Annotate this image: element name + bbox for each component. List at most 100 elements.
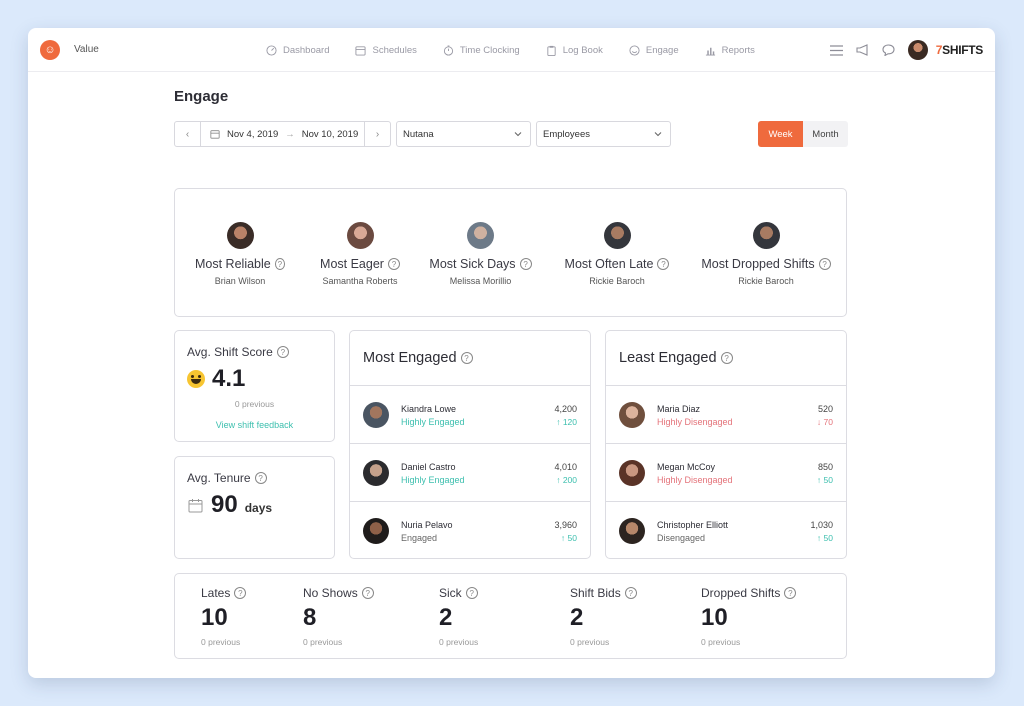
stat-label-text: Dropped Shifts bbox=[701, 586, 781, 600]
nav-time-clocking[interactable]: Time Clocking bbox=[443, 45, 520, 56]
award-winner: Rickie Baroch bbox=[738, 276, 794, 286]
arrow-right-icon: → bbox=[285, 128, 295, 140]
stat-label: Dropped Shifts? bbox=[701, 586, 797, 600]
awards-card: Most Reliable? Brian Wilson Most Eager? … bbox=[174, 188, 847, 317]
smile-icon bbox=[629, 44, 640, 56]
view-shift-feedback-link[interactable]: View shift feedback bbox=[175, 420, 334, 430]
employee-name: Kiandra Lowe bbox=[401, 404, 457, 414]
avatar bbox=[363, 402, 389, 428]
tenure-value: 90 bbox=[211, 491, 238, 518]
week-toggle-button[interactable]: Week bbox=[758, 121, 803, 147]
list-item[interactable]: Kiandra Lowe Highly Engaged 4,200 ↑ 120 bbox=[350, 386, 590, 444]
avg-tenure-title: Avg. Tenure? bbox=[187, 471, 267, 485]
app-window: ☺ Value Dashboard Schedules Time Clockin… bbox=[28, 28, 995, 678]
previous-week-button[interactable]: ‹ bbox=[175, 122, 201, 146]
engagement-status: Highly Engaged bbox=[401, 475, 465, 485]
help-icon[interactable]: ? bbox=[465, 587, 478, 599]
award-title-text: Most Sick Days bbox=[429, 257, 516, 271]
clock-icon bbox=[443, 44, 453, 56]
nav-log-book[interactable]: Log Book bbox=[546, 45, 603, 56]
filter-bar: ‹ Nov 4, 2019 → Nov 10, 2019 › Nutana Em… bbox=[174, 121, 848, 147]
attendance-stats-card: Lates? 10 0 previous No Shows? 8 0 previ… bbox=[174, 573, 847, 659]
location-name[interactable]: Value bbox=[74, 44, 99, 55]
score-change: ↑ 200 bbox=[556, 475, 577, 485]
stat-dropped-shifts: Dropped Shifts? 10 0 previous bbox=[701, 586, 797, 647]
nav-engage-label: Engage bbox=[645, 44, 679, 56]
location-select-value: Nutana bbox=[403, 128, 434, 140]
engagement-score: 4,200 bbox=[554, 404, 577, 414]
avatar bbox=[619, 402, 645, 428]
stat-shift-bids: Shift Bids? 2 0 previous bbox=[570, 586, 637, 647]
engagement-score: 1,030 bbox=[810, 520, 833, 530]
help-icon[interactable]: ? bbox=[519, 258, 532, 270]
help-icon[interactable]: ? bbox=[387, 258, 400, 270]
menu-icon[interactable] bbox=[830, 43, 844, 57]
help-icon[interactable]: ? bbox=[361, 587, 374, 599]
award-title-text: Most Reliable bbox=[195, 257, 271, 271]
employee-name: Christopher Elliott bbox=[657, 520, 729, 530]
help-icon[interactable]: ? bbox=[657, 258, 670, 270]
nav-time-clocking-label: Time Clocking bbox=[459, 44, 520, 56]
award-most-sick-days: Most Sick Days? Melissa Morillio bbox=[423, 222, 538, 286]
clipboard-icon bbox=[547, 45, 556, 56]
award-title-text: Most Eager bbox=[320, 257, 384, 271]
nav-engage[interactable]: Engage bbox=[629, 45, 679, 56]
start-date: Nov 4, 2019 bbox=[227, 128, 279, 140]
help-icon[interactable]: ? bbox=[274, 258, 285, 270]
help-icon[interactable]: ? bbox=[784, 587, 797, 599]
list-item[interactable]: Christopher Elliott Disengaged 1,030 ↑ 5… bbox=[606, 502, 846, 560]
brand-logo: 7SHIFTS bbox=[936, 43, 984, 57]
most-engaged-header: Most Engaged? bbox=[350, 331, 590, 386]
help-icon[interactable]: ? bbox=[624, 587, 637, 599]
award-most-reliable: Most Reliable? Brian Wilson bbox=[195, 222, 285, 286]
end-date: Nov 10, 2019 bbox=[301, 128, 359, 140]
location-logo-icon[interactable]: ☺ bbox=[40, 40, 60, 60]
list-item[interactable]: Nuria Pelavo Engaged 3,960 ↑ 50 bbox=[350, 502, 590, 560]
engagement-status: Highly Disengaged bbox=[657, 417, 733, 427]
nav-dashboard[interactable]: Dashboard bbox=[266, 45, 329, 56]
help-icon[interactable]: ? bbox=[818, 258, 831, 270]
avg-tenure-title-text: Avg. Tenure bbox=[187, 471, 251, 485]
month-toggle-button[interactable]: Month bbox=[803, 121, 848, 147]
score-change: ↑ 50 bbox=[816, 475, 833, 485]
chat-bubble-icon[interactable] bbox=[882, 43, 896, 57]
nav-reports-label: Reports bbox=[721, 44, 755, 56]
most-engaged-card: Most Engaged? Kiandra Lowe Highly Engage… bbox=[349, 330, 591, 559]
engagement-score: 850 bbox=[817, 462, 833, 472]
help-icon[interactable]: ? bbox=[276, 346, 289, 358]
help-icon[interactable]: ? bbox=[720, 352, 733, 364]
period-toggle: Week Month bbox=[758, 121, 848, 147]
list-item[interactable]: Megan McCoy Highly Disengaged 850 ↑ 50 bbox=[606, 444, 846, 502]
stat-previous: 0 previous bbox=[570, 637, 610, 647]
list-item[interactable]: Maria Diaz Highly Disengaged 520 ↓ 70 bbox=[606, 386, 846, 444]
date-range-picker[interactable]: ‹ Nov 4, 2019 → Nov 10, 2019 › bbox=[174, 121, 391, 147]
award-most-eager: Most Eager? Samantha Roberts bbox=[315, 222, 405, 286]
nav-schedules[interactable]: Schedules bbox=[355, 45, 417, 56]
help-icon[interactable]: ? bbox=[460, 352, 473, 364]
employee-name: Megan McCoy bbox=[657, 462, 716, 472]
stat-label-text: Lates bbox=[201, 586, 231, 600]
user-avatar[interactable] bbox=[907, 40, 928, 60]
location-select[interactable]: Nutana bbox=[396, 121, 531, 147]
stat-label: Shift Bids? bbox=[570, 586, 637, 600]
list-item[interactable]: Daniel Castro Highly Engaged 4,010 ↑ 200 bbox=[350, 444, 590, 502]
help-icon[interactable]: ? bbox=[234, 587, 247, 599]
award-title-text: Most Often Late bbox=[564, 257, 654, 271]
stat-label-text: Shift Bids bbox=[570, 586, 621, 600]
help-icon[interactable]: ? bbox=[254, 472, 267, 484]
employee-name: Daniel Castro bbox=[401, 462, 456, 472]
megaphone-icon[interactable] bbox=[856, 43, 870, 57]
nav-reports[interactable]: Reports bbox=[705, 45, 755, 56]
award-title: Most Reliable? bbox=[195, 257, 285, 271]
stat-previous: 0 previous bbox=[201, 637, 241, 647]
group-select[interactable]: Employees bbox=[536, 121, 671, 147]
grinning-face-icon bbox=[187, 370, 205, 388]
stat-label: Sick? bbox=[439, 586, 478, 600]
avatar bbox=[752, 222, 780, 249]
next-week-button[interactable]: › bbox=[364, 122, 390, 146]
engagement-status: Highly Engaged bbox=[401, 417, 465, 427]
stat-value: 10 bbox=[201, 604, 228, 631]
avg-tenure-card: Avg. Tenure? 90 days bbox=[174, 456, 335, 559]
engagement-score: 3,960 bbox=[554, 520, 577, 530]
calendar-icon bbox=[210, 130, 220, 139]
